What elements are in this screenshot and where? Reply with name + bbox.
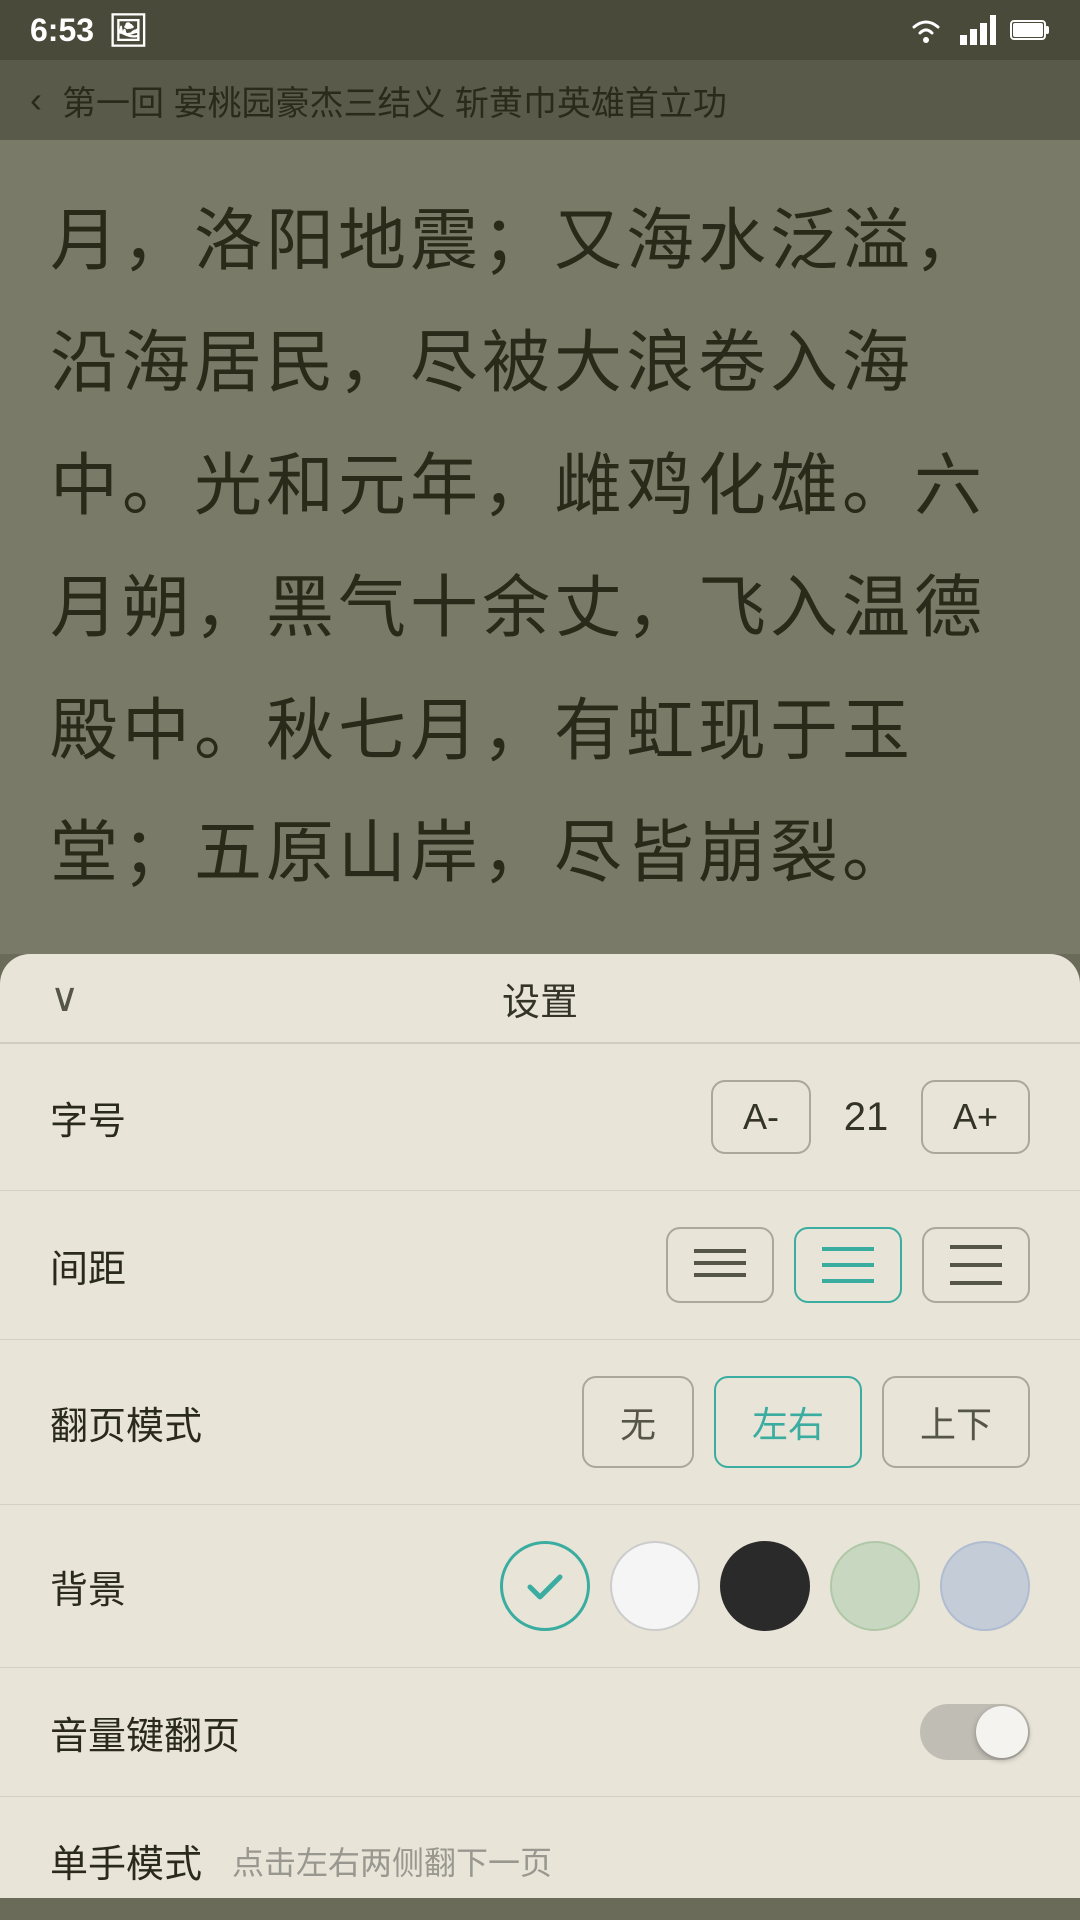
status-bar: 6:53 🖼 (0, 0, 1080, 60)
settings-close-chevron[interactable]: ∨ (50, 975, 79, 1021)
font-decrease-button[interactable]: A- (711, 1080, 811, 1154)
page-mode-none-button[interactable]: 无 (582, 1376, 694, 1468)
bg-green-button[interactable] (830, 1541, 920, 1631)
battery-icon (1010, 18, 1050, 42)
font-size-controls: A- 21 A+ (711, 1080, 1030, 1154)
page-mode-lr-button[interactable]: 左右 (714, 1376, 862, 1468)
single-hand-hint: 点击左右两侧翻下一页 (232, 1838, 552, 1884)
image-icon: 🖼 (108, 11, 149, 49)
single-hand-label: 单手模式 (50, 1833, 202, 1888)
spacing-controls (666, 1227, 1030, 1303)
signal-icon (960, 15, 996, 45)
toggle-knob (976, 1706, 1028, 1758)
spacing-label: 间距 (50, 1238, 126, 1293)
font-increase-button[interactable]: A+ (921, 1080, 1030, 1154)
font-size-row: 字号 A- 21 A+ (0, 1044, 1080, 1191)
volume-key-row: 音量键翻页 (0, 1668, 1080, 1797)
volume-key-toggle[interactable] (920, 1704, 1030, 1760)
status-right (906, 15, 1050, 45)
spacing-loose-button[interactable] (922, 1227, 1030, 1303)
spacing-compact-button[interactable] (666, 1227, 774, 1303)
settings-panel: ∨ 设置 字号 A- 21 A+ 间距 (0, 954, 1080, 1898)
back-button[interactable]: ‹ (30, 79, 42, 121)
settings-header: ∨ 设置 (0, 954, 1080, 1044)
bg-blue-button[interactable] (940, 1541, 1030, 1631)
page-mode-ud-button[interactable]: 上下 (882, 1376, 1030, 1468)
font-size-label: 字号 (50, 1090, 126, 1145)
spacing-medium-button[interactable] (794, 1227, 902, 1303)
page-mode-controls: 无 左右 上下 (582, 1376, 1030, 1468)
background-controls (500, 1541, 1030, 1631)
background-label: 背景 (50, 1559, 126, 1614)
bg-black-button[interactable] (720, 1541, 810, 1631)
font-size-value: 21 (831, 1095, 901, 1140)
page-mode-label: 翻页模式 (50, 1395, 202, 1450)
settings-title: 设置 (502, 971, 578, 1026)
status-left: 6:53 🖼 (30, 11, 149, 49)
status-time: 6:53 (30, 12, 94, 49)
volume-key-label: 音量键翻页 (50, 1705, 240, 1760)
reader-text: 月，洛阳地震；又海水泛溢，沿海居民，尽被大浪卷入海中。光和元年，雌鸡化雄。六月朔… (50, 180, 1030, 914)
bg-white-button[interactable] (610, 1541, 700, 1631)
single-hand-row: 单手模式 点击左右两侧翻下一页 (0, 1797, 1080, 1898)
wifi-icon (906, 15, 946, 45)
chapter-title: 第一回 宴桃园豪杰三结义 斩黄巾英雄首立功 (62, 76, 727, 125)
background-row: 背景 (0, 1505, 1080, 1668)
nav-bar: ‹ 第一回 宴桃园豪杰三结义 斩黄巾英雄首立功 (0, 60, 1080, 140)
spacing-row: 间距 (0, 1191, 1080, 1340)
bg-warm-button[interactable] (500, 1541, 590, 1631)
page-mode-row: 翻页模式 无 左右 上下 (0, 1340, 1080, 1505)
reader-content[interactable]: 月，洛阳地震；又海水泛溢，沿海居民，尽被大浪卷入海中。光和元年，雌鸡化雄。六月朔… (0, 140, 1080, 954)
